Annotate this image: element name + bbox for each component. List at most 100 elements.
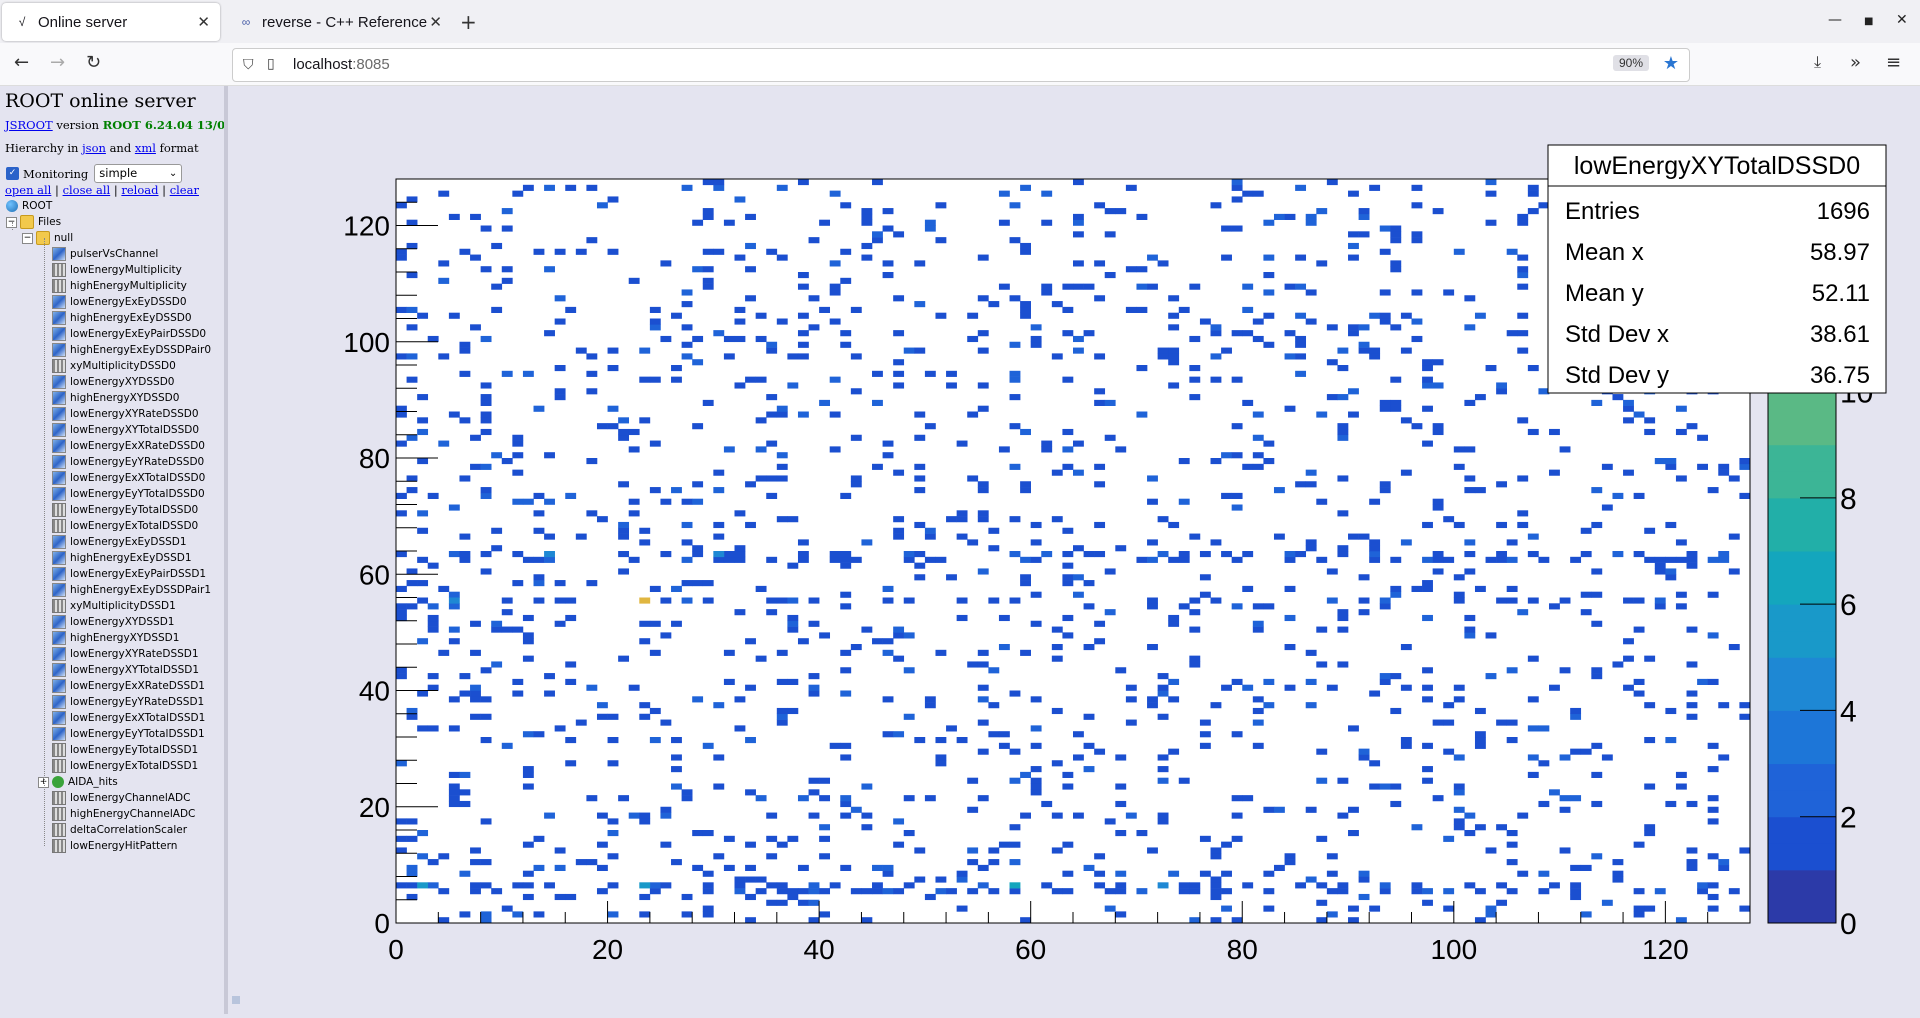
tree-item-null[interactable]: − null [22,230,73,246]
tree-item-histogram[interactable]: lowEnergyXYDSSD1 [52,614,174,630]
tree-item-histogram[interactable]: lowEnergyExXRateDSSD0 [52,438,205,454]
tree-item-histogram[interactable]: xyMultiplicityDSSD0 [52,358,176,374]
tree-item-histogram[interactable]: lowEnergyChannelADC [52,790,190,806]
tab-cpp-reference[interactable]: ∞ reverse - C++ Reference ✕ [226,3,452,41]
tree-item-histogram[interactable]: lowEnergyXYDSSD0 [52,374,174,390]
more-tools-icon[interactable]: » [1850,52,1861,73]
json-link[interactable]: json [82,141,106,155]
clear-link[interactable]: clear [170,183,199,197]
histogram-canvas[interactable]: 020406080100120 020406080100120 02468101… [228,86,1920,1014]
tree-item-files[interactable]: − Files [6,214,61,230]
heatmap-cell [840,248,852,255]
back-icon[interactable]: ← [14,52,29,73]
tree-item-histogram[interactable]: highEnergyXYDSSD0 [52,390,179,406]
new-tab-icon[interactable]: + [460,10,477,34]
heatmap-cell [1601,899,1613,906]
reload-icon[interactable]: ↻ [86,52,101,73]
collapse-icon[interactable]: − [22,232,33,244]
menu-icon[interactable]: ≡ [1886,52,1901,73]
tree-item-histogram[interactable]: highEnergyExEyDSSDPair0 [52,342,211,358]
tree-item-histogram[interactable]: lowEnergyEyYRateDSSD1 [52,694,204,710]
forward-icon[interactable]: → [50,52,65,73]
heatmap-cell [1326,179,1338,186]
heatmap-cell [872,882,883,889]
tree-item-histogram[interactable]: highEnergyMultiplicity [52,278,187,294]
tree-item-histogram[interactable]: highEnergyChannelADC [52,806,195,822]
tree-item-histogram[interactable]: lowEnergyEyTotalDSSD1 [52,742,198,758]
shield-icon[interactable]: ⛉ [243,56,254,73]
heatmap-cell [1009,777,1021,784]
jsroot-link[interactable]: JSROOT [5,118,53,132]
heatmap-cell [776,318,788,325]
monitoring-mode-select[interactable]: simple ⌄ [94,164,183,183]
tree-item-histogram[interactable]: lowEnergyXYTotalDSSD1 [52,662,199,678]
tree-item-histogram[interactable]: highEnergyExEyDSSD1 [52,550,192,566]
reload-link[interactable]: reload [121,183,158,197]
tree-item-histogram[interactable]: lowEnergyEyTotalDSSD0 [52,502,198,518]
heatmap-cell [1358,208,1370,215]
tree-item-histogram[interactable]: lowEnergyExXTotalDSSD1 [52,710,205,726]
tree-item-histogram[interactable]: lowEnergyMultiplicity [52,262,182,278]
heatmap-cell [1189,888,1201,895]
tree-item-histogram[interactable]: lowEnergyExEyPairDSSD0 [52,326,206,342]
tree-item-histogram[interactable]: lowEnergyEyYTotalDSSD1 [52,726,205,742]
heatmap-cell [946,725,957,732]
tree-item-histogram[interactable]: lowEnergyExXTotalDSSD0 [52,470,205,486]
tree-item-histogram[interactable]: lowEnergyXYTotalDSSD0 [52,422,199,438]
monitoring-checkbox[interactable]: ✓ [6,167,19,180]
tree-item-histogram[interactable]: highEnergyExEyDSSD0 [52,310,192,326]
monitoring-row: ✓ Monitoring simple ⌄ [6,164,183,183]
tree-item-histogram[interactable]: lowEnergyEyYTotalDSSD0 [52,486,205,502]
url-bar[interactable]: ⛉ ▯ localhost:8085 90% ★ [232,48,1690,82]
heatmap-cell [1094,853,1106,860]
xml-link[interactable]: xml [135,141,156,155]
tree-item-histogram[interactable]: lowEnergyExTotalDSSD1 [52,758,198,774]
heatmap-cell [470,213,481,220]
tree-item-histogram[interactable]: lowEnergyExEyPairDSSD1 [52,566,206,582]
heatmap-cell [1538,556,1550,563]
tree-item-aida-hits[interactable]: + AIDA_hits [38,774,118,790]
heatmap-cell [1136,306,1148,313]
downloads-icon[interactable]: ⤓ [1814,52,1821,72]
heatmap-cell [417,394,429,401]
close-all-link[interactable]: close all [63,183,111,197]
heatmap-cell [596,702,608,709]
heatmap-cell [501,742,513,749]
tree-item-histogram[interactable]: lowEnergyXYRateDSSD1 [52,646,199,662]
tree-item-histogram[interactable]: lowEnergyExEyDSSD0 [52,294,187,310]
tree-item-histogram[interactable]: xyMultiplicityDSSD1 [52,598,176,614]
heatmap-cell [1390,231,1402,238]
heatmap-cell [702,277,714,284]
close-tab-icon[interactable]: ✕ [197,13,210,31]
minimize-icon[interactable]: — [1828,12,1842,28]
tree-item-histogram[interactable]: lowEnergyExXRateDSSD1 [52,678,205,694]
page-icon[interactable]: ▯ [267,55,275,72]
heatmap-cell [850,644,862,651]
maximize-icon[interactable]: ■ [1864,16,1873,27]
bookmark-star-icon[interactable]: ★ [1663,53,1679,74]
heatmap-cell [1136,888,1148,895]
tree-item-root[interactable]: ROOT [6,198,52,214]
close-window-icon[interactable]: ✕ [1896,12,1908,28]
tree-item-histogram[interactable]: lowEnergyHitPattern [52,838,177,854]
tab-online-server[interactable]: √ Online server ✕ [2,3,220,41]
tree-item-histogram[interactable]: lowEnergyExEyDSSD1 [52,534,187,550]
tree-item-histogram[interactable]: lowEnergyEyYRateDSSD0 [52,454,204,470]
tree-item-histogram[interactable]: lowEnergyExTotalDSSD0 [52,518,198,534]
tree-item-histogram[interactable]: highEnergyXYDSSD1 [52,630,179,646]
heatmap-cell [480,428,492,436]
open-all-link[interactable]: open all [5,183,51,197]
tree-item-histogram[interactable]: pulserVsChannel [52,246,158,262]
heatmap-cell [1284,684,1296,691]
heatmap-cell [840,202,852,209]
close-tab-icon[interactable]: ✕ [429,13,442,31]
heatmap-cell [544,184,555,191]
heatmap-cell [427,562,439,569]
tree-item-histogram[interactable]: deltaCorrelationScaler [52,822,187,838]
heatmap-cell [1168,324,1180,331]
zoom-level-badge[interactable]: 90% [1612,55,1649,71]
heatmap-cell [723,649,735,656]
tree-item-histogram[interactable]: highEnergyExEyDSSDPair1 [52,582,211,598]
heatmap-cell [1453,696,1465,703]
tree-item-histogram[interactable]: lowEnergyXYRateDSSD0 [52,406,199,422]
